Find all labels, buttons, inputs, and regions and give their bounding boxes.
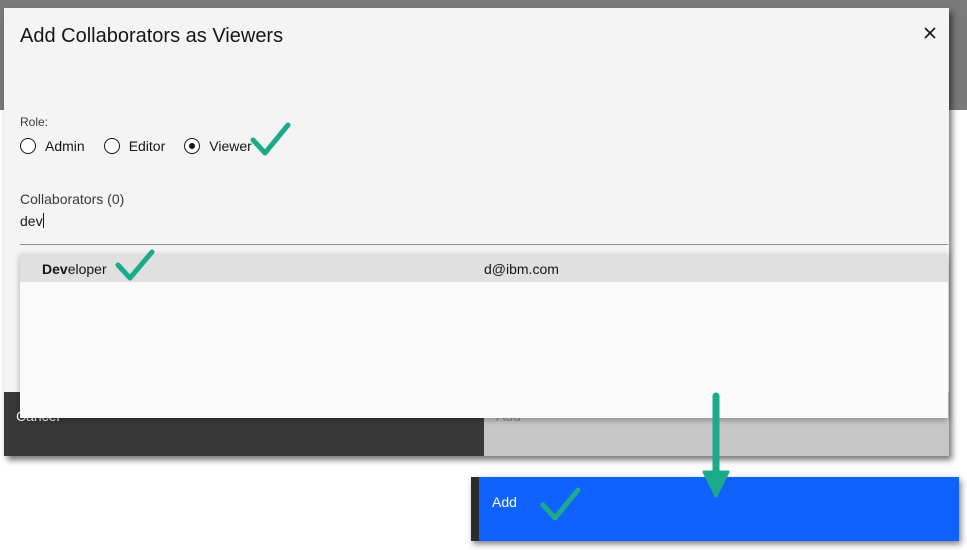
suggestion-email: d@ibm.com: [484, 261, 559, 277]
collaborators-input-value: dev: [20, 213, 43, 229]
check-icon: [115, 249, 155, 281]
radio-viewer-circle[interactable]: [184, 138, 201, 154]
role-label: Role:: [20, 115, 49, 129]
suggestion-name-rest: eloper: [67, 261, 107, 277]
check-icon: [250, 122, 291, 156]
radio-admin-label: Admin: [45, 138, 85, 154]
collaborator-suggestions-dropdown: Developer d@ibm.com: [20, 254, 948, 418]
radio-viewer-label: Viewer: [209, 138, 252, 154]
radio-editor-circle[interactable]: [103, 138, 120, 154]
check-icon: [540, 487, 581, 521]
text-caret: [42, 213, 44, 228]
suggestion-name-match: Dev: [42, 261, 68, 277]
radio-admin[interactable]: Admin: [20, 138, 85, 154]
collaborators-search-input[interactable]: dev: [20, 213, 948, 245]
close-button[interactable]: [921, 24, 939, 42]
suggestion-item[interactable]: Developer d@ibm.com: [20, 254, 948, 282]
role-radio-group: Admin Editor Viewer: [20, 138, 271, 154]
radio-editor[interactable]: Editor: [103, 138, 166, 154]
radio-editor-label: Editor: [128, 138, 166, 154]
arrow-down-icon: [702, 392, 730, 498]
suggestion-name: Developer: [42, 261, 107, 277]
radio-viewer[interactable]: Viewer: [184, 138, 252, 154]
add-button-label: Add: [492, 494, 517, 510]
dialog-title: Add Collaborators as Viewers: [20, 25, 284, 47]
collaborators-label: Collaborators (0): [20, 191, 125, 207]
close-icon: [924, 27, 936, 39]
radio-admin-circle[interactable]: [20, 138, 36, 154]
